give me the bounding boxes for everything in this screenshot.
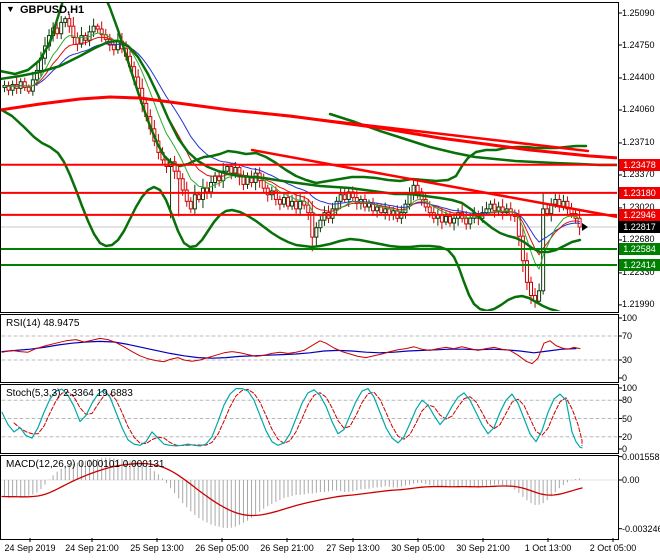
- time-label: 30 Sep 05:00: [391, 543, 445, 553]
- indicator-axis-label: -0.003246: [622, 523, 660, 534]
- price-tick-label: 1.24400: [622, 72, 655, 83]
- symbol-title[interactable]: GBPUSD,H1: [20, 4, 84, 16]
- indicator-axis-label: 20: [622, 431, 633, 442]
- price-badge-support-2: 1.22414: [619, 258, 660, 271]
- indicator-axis-label: 100: [622, 313, 638, 323]
- time-label: 27 Sep 13:00: [326, 543, 380, 553]
- time-label: 1 Oct 13:00: [524, 543, 572, 553]
- time-label: 24 Sep 21:00: [65, 543, 119, 553]
- stoch-label: Stoch(5,3,3) 2.3364 19.6883: [6, 388, 133, 399]
- time-label: 25 Sep 13:00: [130, 543, 184, 553]
- time-label: 30 Sep 21:00: [456, 543, 510, 553]
- symbol-dropdown-icon[interactable]: ▼: [6, 4, 15, 14]
- rsi-layer: [1, 335, 617, 365]
- price-badge-resistance-3: 1.22946: [619, 208, 660, 221]
- rsi-label: RSI(14) 48.9475: [6, 318, 80, 329]
- indicator-axis-label: 70: [622, 331, 633, 341]
- time-label: 26 Sep 05:00: [195, 543, 249, 553]
- chart-canvas[interactable]: [0, 0, 660, 560]
- trading-chart-window: { "title": { "symbol": "GBPUSD,H1", "dro…: [0, 0, 660, 560]
- indicator-axis-label: 0.001558: [622, 451, 660, 462]
- price-badge-support-1: 1.22584: [619, 242, 660, 255]
- indicator-axis-label: 0: [622, 373, 628, 383]
- indicator-axis-label: 80: [622, 395, 633, 406]
- main-chart-layer: [1, 3, 617, 311]
- indicator-axis-label: 0.00: [622, 475, 640, 485]
- price-tick-label: 1.24060: [622, 104, 655, 115]
- indicator-axis-label: 100: [622, 383, 638, 393]
- price-badge-current-price: 1.22817: [619, 221, 660, 234]
- time-label: 24 Sep 2019: [4, 543, 56, 553]
- time-label: 2 Oct 05:00: [589, 543, 637, 553]
- price-badge-resistance-1: 1.23478: [619, 158, 660, 171]
- price-badge-resistance-2: 1.23180: [619, 186, 660, 199]
- price-tick-label: 1.23710: [622, 137, 655, 148]
- price-tick-label: 1.24750: [622, 39, 655, 50]
- macd-label: MACD(12,26,9) 0.000101 0.000131: [6, 459, 165, 470]
- price-tick-label: 1.23370: [622, 169, 655, 180]
- price-tick-label: 1.21990: [622, 299, 655, 310]
- indicator-axis-label: 50: [622, 413, 633, 424]
- time-label: 26 Sep 21:00: [260, 543, 314, 553]
- indicator-axis-label: 30: [622, 355, 633, 365]
- price-tick-label: 1.25090: [622, 7, 655, 18]
